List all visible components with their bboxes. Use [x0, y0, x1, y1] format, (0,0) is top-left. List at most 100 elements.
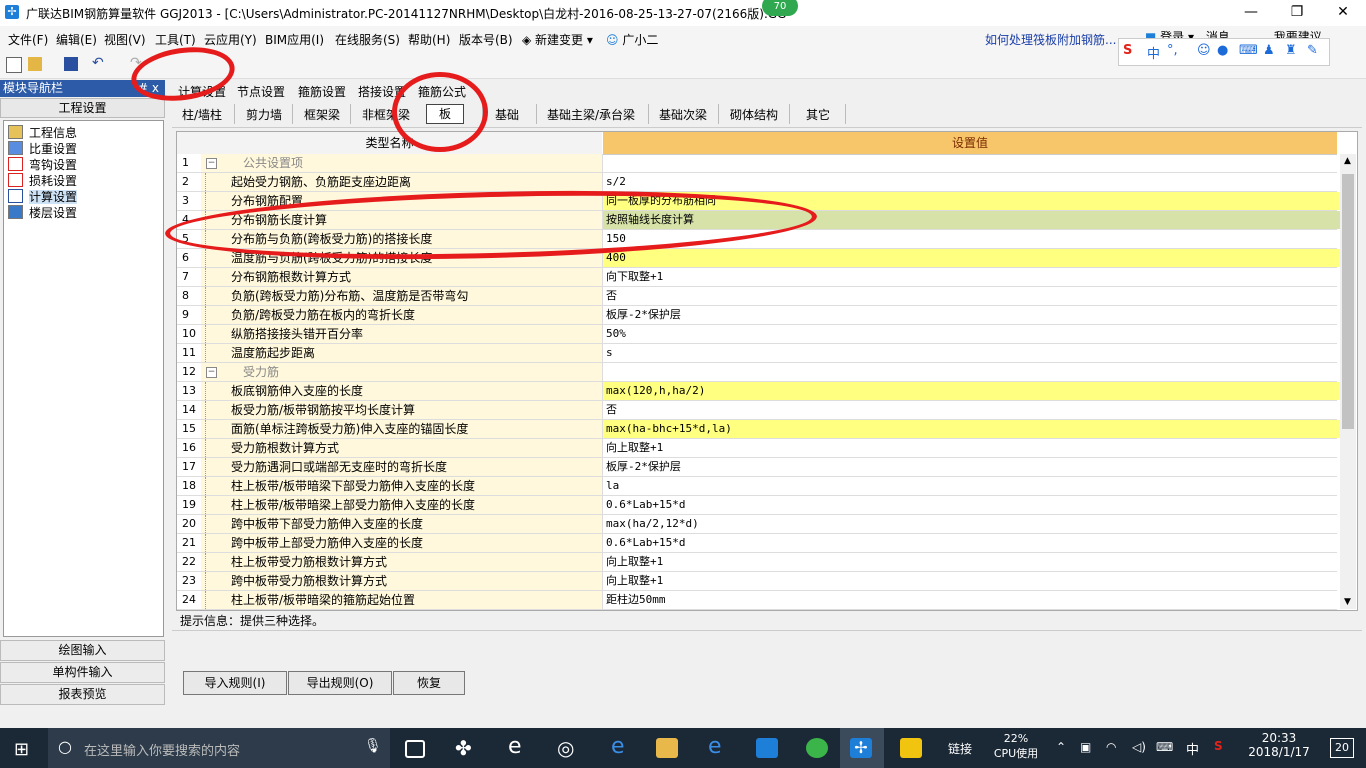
- notes-app-icon[interactable]: [900, 738, 922, 758]
- keyboard-tray-icon[interactable]: ⌨: [1156, 740, 1173, 754]
- nav-item-hook[interactable]: 弯钩设置: [8, 156, 77, 172]
- windows-start-icon[interactable]: ⊞: [14, 739, 29, 760]
- sogou-tray-icon[interactable]: S: [1214, 739, 1223, 753]
- ime-punct[interactable]: °,: [1167, 43, 1178, 58]
- scroll-down-icon[interactable]: ▼: [1344, 597, 1351, 607]
- close-button[interactable]: ✕: [1320, 0, 1366, 26]
- row-name-cell[interactable]: 纵筋搭接接头错开百分率: [201, 325, 603, 343]
- green-app-icon[interactable]: [806, 738, 828, 758]
- cpu-indicator[interactable]: 22% CPU使用: [992, 732, 1040, 761]
- ggj-app-taskbar[interactable]: ✢: [840, 728, 884, 768]
- user-center-icon[interactable]: ♟: [1263, 43, 1275, 58]
- row-name-cell[interactable]: − 公共设置项: [201, 154, 603, 172]
- row-name-cell[interactable]: 柱上板带/板带暗梁的箍筋起始位置: [201, 591, 603, 609]
- nav-section-title[interactable]: 工程设置: [0, 98, 165, 118]
- import-rules-button[interactable]: 导入规则(I): [183, 671, 287, 695]
- file-explorer-icon[interactable]: [656, 738, 678, 758]
- menu-assistant[interactable]: ☺ 广小二: [606, 31, 658, 48]
- row-name-cell[interactable]: 柱上板带/板带暗梁上部受力筋伸入支座的长度: [201, 496, 603, 514]
- row-value-cell[interactable]: s: [603, 344, 1340, 362]
- subtab-foundation[interactable]: 基础: [495, 106, 519, 124]
- row-value-cell[interactable]: 距柱边50mm: [603, 591, 1340, 609]
- row-value-cell[interactable]: max(ha/2,12*d): [603, 515, 1340, 533]
- menu-view[interactable]: 视图(V): [104, 31, 146, 48]
- grid-group-row[interactable]: 1− 公共设置项: [177, 154, 1337, 173]
- tray-app-icon[interactable]: ▣: [1080, 740, 1091, 754]
- collapse-icon[interactable]: −: [206, 367, 217, 378]
- collapse-icon[interactable]: −: [206, 158, 217, 169]
- row-value-cell[interactable]: 50%: [603, 325, 1340, 343]
- microphone-icon[interactable]: 🎙: [364, 738, 382, 754]
- fan-app-icon[interactable]: ✤: [455, 736, 472, 760]
- row-value-cell[interactable]: s/2: [603, 173, 1340, 191]
- menu-edit[interactable]: 编辑(E): [56, 31, 97, 48]
- scroll-up-icon[interactable]: ▲: [1344, 156, 1351, 166]
- grid-row[interactable]: 16 受力筋根数计算方式 向上取整+1: [177, 439, 1337, 458]
- export-rules-button[interactable]: 导出规则(O): [288, 671, 392, 695]
- subtab-foundation-main-beam[interactable]: 基础主梁/承台梁: [547, 106, 635, 124]
- menu-bim[interactable]: BIM应用(I): [265, 31, 324, 48]
- row-value-cell[interactable]: 0.6*Lab+15*d: [603, 534, 1340, 552]
- row-value-cell[interactable]: 400: [603, 249, 1340, 267]
- grid-row[interactable]: 8 负筋(跨板受力筋)分布筋、温度筋是否带弯勾否: [177, 287, 1337, 306]
- task-view-icon[interactable]: [405, 740, 425, 758]
- menu-file[interactable]: 文件(F): [8, 31, 48, 48]
- row-value-cell[interactable]: 向上取整+1: [603, 439, 1340, 457]
- row-name-cell[interactable]: − 受力筋: [201, 363, 603, 381]
- open-folder-icon[interactable]: [28, 57, 42, 71]
- subtab-shear-wall[interactable]: 剪力墙: [246, 106, 282, 124]
- score-badge[interactable]: 70: [762, 0, 798, 16]
- row-name-cell[interactable]: 跨中板带下部受力筋伸入支座的长度: [201, 515, 603, 533]
- keyboard-icon[interactable]: ⌨: [1239, 43, 1258, 58]
- grid-row[interactable]: 24 柱上板带/板带暗梁的箍筋起始位置 距柱边50mm: [177, 591, 1337, 610]
- row-name-cell[interactable]: 跨中板带上部受力筋伸入支座的长度: [201, 534, 603, 552]
- row-value-cell[interactable]: la: [603, 477, 1340, 495]
- menu-cloud[interactable]: 云应用(Y): [204, 31, 257, 48]
- row-value-cell[interactable]: max(ha-bhc+15*d,la): [603, 420, 1340, 438]
- row-name-cell[interactable]: 受力筋根数计算方式: [201, 439, 603, 457]
- row-value-cell[interactable]: 否: [603, 287, 1340, 305]
- grid-scrollbar[interactable]: ▲ ▼: [1340, 154, 1356, 609]
- settings-wrench-icon[interactable]: ✎: [1307, 43, 1318, 58]
- grid-row[interactable]: 18 柱上板带/板带暗梁下部受力筋伸入支座的长度 la: [177, 477, 1337, 496]
- voice-icon[interactable]: ●: [1217, 43, 1228, 58]
- nav-drawing-input[interactable]: 绘图输入: [0, 640, 165, 661]
- grid-row[interactable]: 9 负筋/跨板受力筋在板内的弯折长度 板厚-2*保护层: [177, 306, 1337, 325]
- row-name-cell[interactable]: 负筋(跨板受力筋)分布筋、温度筋是否带弯勾: [201, 287, 603, 305]
- row-name-cell[interactable]: 温度筋起步距离: [201, 344, 603, 362]
- ie2-icon[interactable]: e: [708, 734, 722, 759]
- row-value-cell[interactable]: [603, 154, 1340, 172]
- help-link[interactable]: 如何处理筏板附加钢筋...: [985, 31, 1116, 48]
- nav-item-density[interactable]: 比重设置: [8, 140, 77, 156]
- row-name-cell[interactable]: 板受力筋/板带钢筋按平均长度计算: [201, 401, 603, 419]
- restore-button-bottom[interactable]: 恢复: [393, 671, 465, 695]
- row-value-cell[interactable]: 板厚-2*保护层: [603, 306, 1340, 324]
- browser-swirl-icon[interactable]: ◎: [557, 736, 574, 760]
- nav-item-floor[interactable]: 楼层设置: [8, 204, 77, 220]
- ime-tray[interactable]: 中: [1186, 739, 1199, 758]
- clock[interactable]: 20:33 2018/1/17: [1244, 731, 1314, 759]
- grid-row[interactable]: 7 分布钢筋根数计算方式 向下取整+1: [177, 268, 1337, 287]
- subtab-foundation-secondary-beam[interactable]: 基础次梁: [659, 106, 707, 124]
- subtab-masonry[interactable]: 砌体结构: [730, 106, 778, 124]
- g-app-icon[interactable]: [756, 738, 778, 758]
- notification-center[interactable]: 20: [1330, 738, 1354, 758]
- grid-row[interactable]: 17 受力筋遇洞口或端部无支座时的弯折长度 板厚-2*保护层: [177, 458, 1337, 477]
- row-name-cell[interactable]: 柱上板带受力筋根数计算方式: [201, 553, 603, 571]
- row-value-cell[interactable]: 向上取整+1: [603, 572, 1340, 590]
- taskbar-search[interactable]: ○ 在这里输入你要搜索的内容 🎙: [48, 728, 390, 768]
- nav-item-calc-settings[interactable]: 计算设置: [8, 188, 78, 204]
- grid-row[interactable]: 22 柱上板带受力筋根数计算方式 向上取整+1: [177, 553, 1337, 572]
- new-file-icon[interactable]: [6, 57, 22, 73]
- grid-row[interactable]: 2 起始受力钢筋、负筋距支座边距离 s/2: [177, 173, 1337, 192]
- network-label[interactable]: 链接: [948, 740, 972, 757]
- grid-row[interactable]: 23 跨中板带受力筋根数计算方式 向上取整+1: [177, 572, 1337, 591]
- row-name-cell[interactable]: 受力筋遇洞口或端部无支座时的弯折长度: [201, 458, 603, 476]
- row-value-cell[interactable]: 向上取整+1: [603, 553, 1340, 571]
- wifi-icon[interactable]: ◠: [1106, 740, 1116, 754]
- menu-online[interactable]: 在线服务(S): [335, 31, 400, 48]
- menu-tools[interactable]: 工具(T): [155, 31, 196, 48]
- volume-icon[interactable]: ◁): [1132, 740, 1146, 754]
- restore-button[interactable]: ❐: [1274, 0, 1320, 26]
- row-name-cell[interactable]: 分布钢筋根数计算方式: [201, 268, 603, 286]
